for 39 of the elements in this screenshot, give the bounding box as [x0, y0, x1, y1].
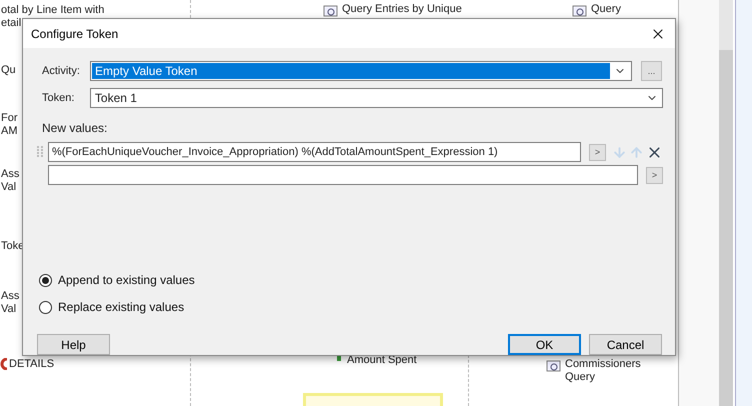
field-label: Activity:	[42, 64, 81, 79]
dialog-button[interactable]: Cancel	[589, 334, 662, 355]
node-label: Commissioners	[565, 358, 641, 371]
node-label: Query	[591, 3, 621, 16]
node-label: Query	[565, 371, 596, 384]
node-label: otal by Line Item with	[1, 4, 104, 17]
insert-button[interactable]: >	[589, 144, 606, 160]
node-label: Amount Spent	[347, 354, 417, 367]
radio-label: Append to existing values	[58, 272, 195, 289]
dialog-button[interactable]: OK	[508, 334, 581, 355]
value-field[interactable]: %(ForEachUniqueVoucher_Invoice_Appropriation) %(AddTotalAmountSpent_Expression 1)	[48, 142, 582, 162]
node-label: Val	[1, 181, 18, 194]
radio-label: Replace existing values	[58, 299, 184, 316]
node-label: Val	[1, 303, 18, 316]
section-label: New values:	[41, 120, 108, 137]
node-label: DETAILS	[9, 358, 54, 371]
dropdown-value: Empty Value Token	[92, 63, 610, 79]
node-label: For	[1, 112, 18, 125]
dropdown-value: Token 1	[94, 90, 138, 107]
node-label: Query Entries by Unique	[342, 3, 462, 16]
activity-dropdown[interactable]: Empty Value Token	[90, 61, 632, 81]
node-label: Qu	[1, 64, 16, 77]
node-label: Ass	[1, 168, 20, 181]
dialog-button[interactable]: Help	[37, 334, 110, 355]
node-label: etail	[1, 17, 22, 30]
radio-button[interactable]	[39, 300, 52, 314]
drag-handle-icon[interactable]	[37, 146, 43, 158]
field-label: Token:	[42, 90, 76, 106]
node-label: AM	[1, 125, 18, 138]
scrollbar[interactable]	[719, 0, 733, 406]
insert-button[interactable]: >	[646, 166, 663, 184]
radio-button[interactable]	[39, 274, 52, 286]
token-dropdown[interactable]: Token 1	[90, 88, 663, 108]
query-icon	[546, 360, 562, 374]
value-field[interactable]	[48, 165, 638, 185]
dialog-title: Configure Token	[31, 26, 118, 42]
node-label: Ass	[1, 290, 20, 303]
browse-button[interactable]: ...	[641, 61, 662, 81]
ring-icon	[0, 358, 8, 370]
